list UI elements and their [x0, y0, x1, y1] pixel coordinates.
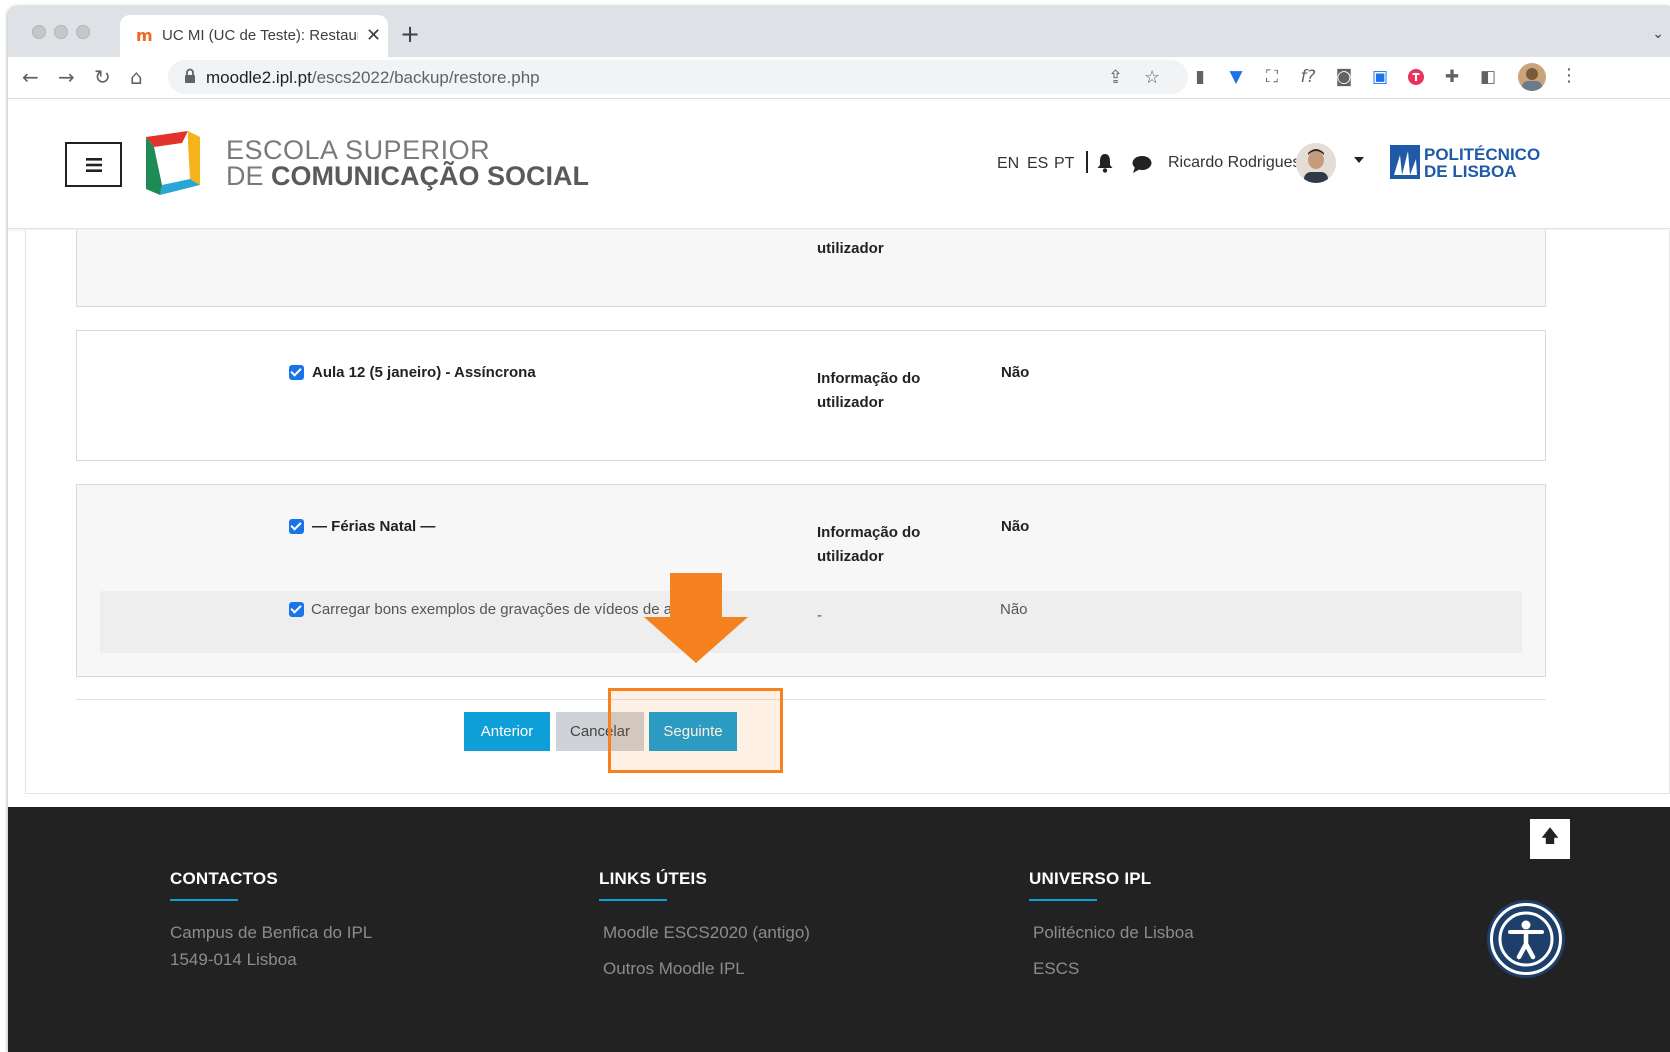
section-row-aula-12: Aula 12 (5 janeiro) - Assíncrona Informa… [76, 330, 1546, 461]
next-button[interactable]: Seguinte [649, 712, 737, 751]
activity-title: Carregar bons exemplos de gravações de v… [311, 601, 685, 618]
section-aula12-col2-line1: Informação do [817, 370, 921, 387]
lock-icon [185, 68, 195, 83]
url-host: moodle2.ipl.pt [206, 68, 312, 87]
browser-menu-icon[interactable]: ⋮ [1560, 65, 1578, 86]
browser-toolbar: ← → ↻ ⌂ moodle2.ipl.pt/escs2022/backup/r… [8, 57, 1670, 99]
extension-camera-icon[interactable]: ◙ [1334, 67, 1354, 87]
bell-icon[interactable] [1096, 153, 1114, 173]
form-separator [76, 699, 1546, 700]
zoom-window-button[interactable] [76, 25, 90, 39]
logo-text-line2: DE COMUNICAÇÃO SOCIAL [226, 161, 589, 192]
close-window-button[interactable] [32, 25, 46, 39]
extension-shield-icon[interactable]: ▼ [1226, 67, 1246, 87]
tab-title: UC MI (UC de Teste): Restaurar [162, 27, 358, 44]
language-es[interactable]: ES [1027, 155, 1048, 173]
star-icon[interactable]: ☆ [1144, 67, 1160, 88]
scroll-to-top-button[interactable]: 🡅 [1530, 819, 1570, 859]
ipl-logo-icon [1390, 145, 1420, 179]
extension-red-icon[interactable] [1406, 67, 1426, 87]
activity-col3: Não [1000, 601, 1028, 618]
reload-icon[interactable]: ↻ [94, 65, 111, 89]
profile-avatar[interactable] [1518, 63, 1546, 91]
footer-link-moodle-escs2020[interactable]: Moodle ESCS2020 (antigo) [603, 923, 810, 943]
footer-link-escs[interactable]: ESCS [1033, 959, 1079, 979]
tab-bar: m UC MI (UC de Teste): Restaurar ✕ + ⌄ [8, 6, 1670, 57]
language-en[interactable]: EN [997, 155, 1019, 173]
home-icon[interactable]: ⌂ [130, 65, 143, 89]
footer-contacts-underline [170, 899, 238, 901]
extension-capture-icon[interactable]: ⛶ [1262, 67, 1282, 87]
user-menu-caret-icon[interactable] [1354, 157, 1364, 163]
section-ferias-col3: Não [1001, 518, 1030, 535]
footer-links-underline [599, 899, 667, 901]
section-ferias-title: — Férias Natal — [312, 518, 436, 535]
footer-links-heading: LINKS ÚTEIS [599, 869, 707, 888]
address-bar[interactable]: moodle2.ipl.pt/escs2022/backup/restore.p… [168, 60, 1188, 94]
section-aula12-col2-line2: utilizador [817, 394, 884, 411]
ipl-logo-line1: POLITÉCNICO [1424, 145, 1541, 164]
side-panel-icon[interactable]: ◧ [1478, 67, 1498, 87]
extension-sidebar-icon[interactable]: ▮ [1190, 67, 1210, 87]
footer-contacts-heading: CONTACTOS [170, 869, 278, 888]
extension-window-icon[interactable]: ▣ [1370, 67, 1390, 87]
chat-icon[interactable] [1132, 155, 1152, 173]
footer-contact-line1: Campus de Benfica do IPL [170, 923, 373, 942]
section-ferias-checkbox[interactable] [289, 519, 304, 534]
accessibility-icon [1498, 911, 1554, 967]
extensions-puzzle-icon[interactable]: ✚ [1442, 67, 1462, 87]
new-tab-button[interactable]: + [400, 22, 420, 46]
hamburger-icon [85, 157, 102, 172]
section-ferias-col2-line2: utilizador [817, 548, 884, 565]
back-icon[interactable]: ← [22, 65, 39, 89]
site-header: ESCOLA SUPERIOR DE COMUNICAÇÃO SOCIAL EN… [8, 99, 1670, 229]
browser-window: m UC MI (UC de Teste): Restaurar ✕ + ⌄ ←… [8, 6, 1670, 1052]
menu-toggle-button[interactable] [65, 142, 122, 187]
section-previous-col2: utilizador [817, 240, 884, 257]
activity-row: Carregar bons exemplos de gravações de v… [100, 591, 1522, 653]
previous-button[interactable]: Anterior [464, 712, 550, 751]
moodle-favicon-icon: m [136, 26, 153, 45]
tab-close-icon[interactable]: ✕ [366, 25, 381, 46]
url-path: /escs2022/backup/restore.php [311, 68, 540, 87]
user-avatar[interactable] [1296, 143, 1336, 183]
activity-col2: - [817, 607, 822, 624]
share-icon[interactable]: ⇪ [1108, 67, 1123, 88]
cancel-button[interactable]: Cancelar [556, 712, 644, 751]
activity-checkbox[interactable] [289, 602, 304, 617]
section-aula12-checkbox[interactable] [289, 365, 304, 380]
language-pt[interactable]: PT [1054, 155, 1074, 173]
escs-logo-icon [146, 131, 200, 195]
accessibility-button[interactable] [1490, 903, 1562, 975]
footer-link-outros-moodle[interactable]: Outros Moodle IPL [603, 959, 745, 979]
header-divider [1086, 151, 1088, 173]
section-ferias-col2-line1: Informação do [817, 524, 921, 541]
footer-universe-heading: UNIVERSO IPL [1029, 869, 1152, 888]
footer-contact-line2: 1549-014 Lisboa [170, 950, 297, 969]
minimize-window-button[interactable] [54, 25, 68, 39]
section-row-previous: utilizador [76, 230, 1546, 307]
ipl-logo-text: POLITÉCNICO DE LISBOA [1424, 146, 1540, 180]
footer-link-politecnico[interactable]: Politécnico de Lisboa [1033, 923, 1194, 943]
arrow-up-icon: 🡅 [1540, 826, 1560, 847]
forward-icon[interactable]: → [58, 65, 75, 89]
section-aula12-title: Aula 12 (5 janeiro) - Assíncrona [312, 364, 536, 381]
footer-universe-underline [1029, 899, 1097, 901]
user-name[interactable]: Ricardo Rodrigues [1168, 154, 1301, 172]
tab-search-icon[interactable]: ⌄ [1652, 26, 1664, 42]
site-footer: CONTACTOS Campus de Benfica do IPL 1549-… [8, 807, 1670, 1052]
url-text: moodle2.ipl.pt/escs2022/backup/restore.p… [206, 68, 540, 88]
browser-tab-active[interactable]: m UC MI (UC de Teste): Restaurar ✕ [120, 15, 388, 57]
annotation-arrow-down-icon [644, 573, 748, 663]
section-aula12-col3: Não [1001, 364, 1030, 381]
logo-text-prefix: DE [226, 161, 272, 191]
logo-text-bold: COMUNICAÇÃO SOCIAL [271, 161, 590, 191]
extension-font-icon[interactable]: f? [1298, 67, 1318, 87]
ipl-logo-line2: DE LISBOA [1424, 162, 1517, 181]
